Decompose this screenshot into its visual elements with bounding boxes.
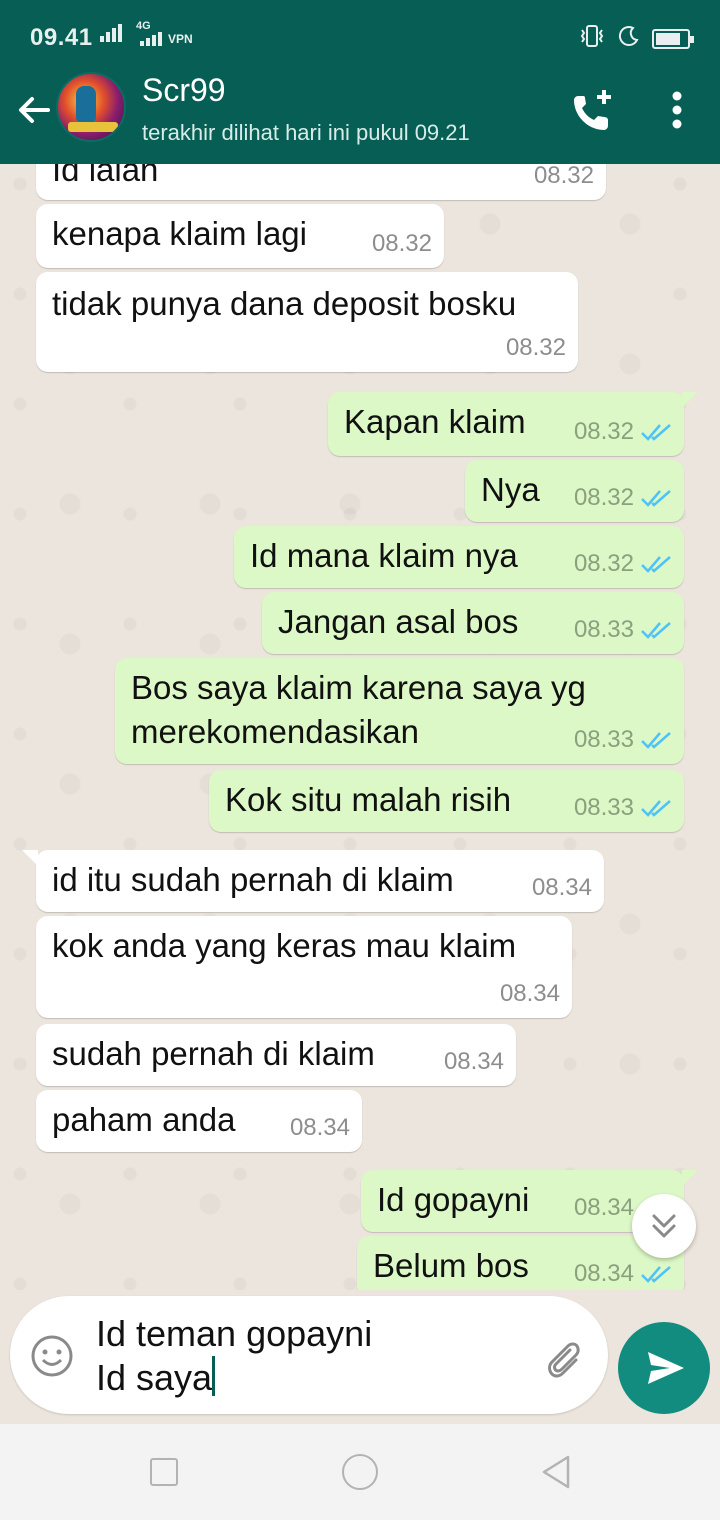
message-text: Kapan klaim — [344, 403, 526, 440]
message-text: Id lalan — [52, 164, 159, 188]
message-time: 08.34 — [289, 1114, 350, 1141]
add-call-icon[interactable] — [566, 86, 618, 138]
last-seen-status: terakhir dilihat hari ini pukul 09.21 — [142, 120, 470, 145]
vibrate-icon — [578, 24, 606, 53]
more-vert-icon[interactable] — [662, 86, 692, 138]
read-receipt-icon — [641, 732, 671, 749]
home-icon[interactable] — [342, 1454, 378, 1490]
read-receipt-icon — [641, 556, 671, 573]
message-bubble-incoming[interactable]: sudah pernah di klaim 08.34 — [36, 1024, 516, 1086]
battery-icon — [652, 28, 694, 49]
message-bubble-outgoing[interactable]: Nya 08.32 — [465, 460, 684, 522]
message-time: 08.34 — [531, 874, 592, 901]
recent-apps-icon[interactable] — [150, 1458, 178, 1486]
message-time: 08.33 — [573, 794, 634, 821]
message-bubble-outgoing[interactable]: Jangan asal bos 08.33 — [262, 592, 684, 654]
message-bubble-incoming[interactable]: paham anda 08.34 — [36, 1090, 362, 1152]
message-time: 08.33 — [573, 616, 634, 643]
network-type: 4G — [136, 20, 151, 32]
message-text: Id gopayni — [377, 1181, 530, 1218]
message-time: 08.32 — [573, 484, 634, 511]
paperclip-icon[interactable] — [540, 1336, 586, 1382]
message-bubble-outgoing[interactable]: Kapan klaim 08.32 — [328, 392, 698, 456]
scroll-to-bottom-button[interactable] — [632, 1194, 696, 1258]
message-text: kenapa klaim lagi — [52, 215, 307, 252]
message-text: sudah pernah di klaim — [52, 1035, 375, 1072]
read-receipt-icon — [641, 622, 671, 639]
avatar[interactable] — [56, 72, 126, 142]
signal-icon-2 — [140, 32, 162, 49]
message-time: 08.34 — [443, 1048, 504, 1075]
message-text: id itu sudah pernah di klaim — [52, 861, 454, 898]
moon-icon — [618, 25, 640, 52]
message-text: Nya — [481, 471, 540, 508]
message-time: 08.32 — [573, 550, 634, 577]
message-time: 08.32 — [573, 418, 634, 445]
message-bubble-incoming[interactable]: kenapa klaim lagi 08.32 — [36, 204, 444, 268]
back-triangle-icon[interactable] — [540, 1454, 572, 1490]
message-time: 08.34 — [499, 980, 560, 1007]
double-chevron-down-icon — [652, 1214, 676, 1238]
status-bar: 09.41 4G VPN — [0, 0, 720, 54]
message-bubble-outgoing[interactable]: Bos saya klaim karena saya yg merekomend… — [115, 658, 684, 764]
read-receipt-icon — [641, 490, 671, 507]
vpn-label: VPN — [168, 32, 193, 46]
message-text: Kok situ malah risih — [225, 781, 512, 818]
system-nav-bar — [0, 1424, 720, 1520]
message-bubble-incoming[interactable]: kok anda yang keras mau klaim 08.34 — [36, 916, 572, 1018]
message-text: tidak punya dana deposit bosku — [52, 285, 517, 322]
message-text: kok anda yang keras mau klaim — [52, 927, 517, 964]
message-bubble-incoming[interactable]: Id lalan 08.32 — [36, 164, 606, 200]
message-text: Id mana klaim nya — [250, 537, 518, 574]
status-time: 09.41 — [30, 24, 93, 51]
message-list[interactable]: Id lalan 08.32 kenapa klaim lagi 08.32 t… — [0, 164, 720, 1290]
send-icon — [648, 1352, 684, 1384]
arrow-back-icon[interactable] — [14, 90, 54, 130]
message-bubble-incoming[interactable]: id itu sudah pernah di klaim 08.34 — [22, 850, 604, 912]
message-text: paham anda — [52, 1101, 236, 1138]
message-time: 08.32 — [533, 164, 594, 189]
message-bubble-incoming[interactable]: tidak punya dana deposit bosku 08.32 — [36, 272, 578, 372]
text-caret — [212, 1356, 216, 1396]
message-time: 08.32 — [505, 334, 566, 361]
message-time: 08.34 — [573, 1260, 634, 1287]
contact-name[interactable]: Scr99 — [142, 72, 226, 109]
message-bubble-outgoing[interactable]: Id mana klaim nya 08.32 — [234, 526, 684, 588]
message-input-text: Id teman gopayni Id saya — [96, 1313, 373, 1398]
message-time: 08.33 — [573, 726, 634, 753]
chat-header: Scr99 terakhir dilihat hari ini pukul 09… — [0, 54, 720, 164]
read-receipt-icon — [641, 424, 671, 441]
message-text: Belum bos — [373, 1247, 529, 1284]
emoji-icon[interactable] — [30, 1334, 74, 1378]
read-receipt-icon — [641, 800, 671, 817]
signal-icon — [100, 24, 126, 45]
message-time: 08.34 — [573, 1194, 634, 1221]
message-composer[interactable]: Id teman gopayni Id saya — [10, 1296, 608, 1414]
message-text: Bos saya klaim karena saya yg merekomend… — [131, 669, 586, 750]
message-input[interactable]: Id teman gopayni Id saya — [96, 1312, 372, 1400]
message-text: Jangan asal bos — [278, 603, 519, 640]
send-button[interactable] — [618, 1322, 710, 1414]
read-receipt-icon — [641, 1266, 671, 1283]
message-bubble-outgoing[interactable]: Kok situ malah risih 08.33 — [209, 770, 684, 832]
message-time: 08.32 — [371, 230, 432, 257]
